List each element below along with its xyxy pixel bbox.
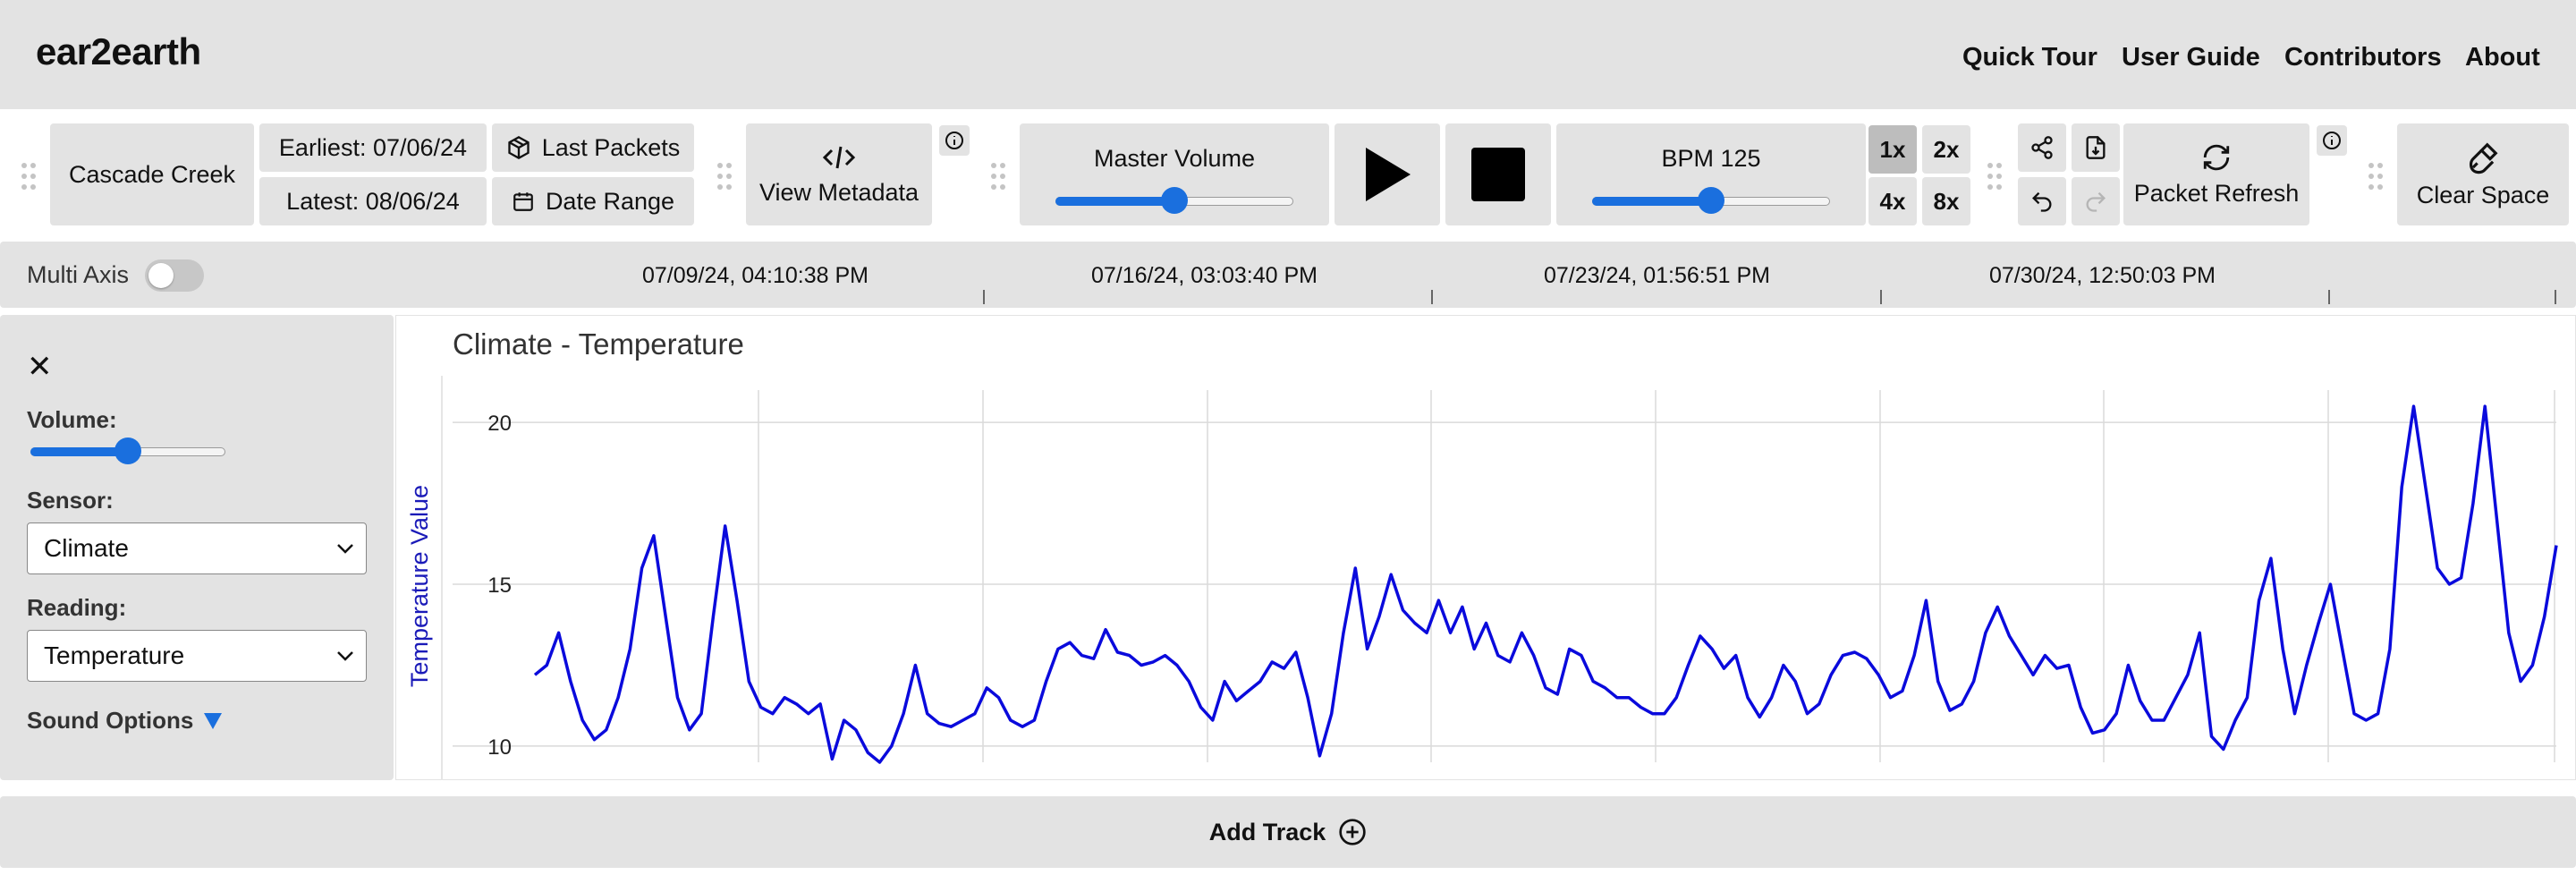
timeline-tick-label: 07/23/24, 01:56:51 PM bbox=[1544, 263, 1770, 288]
undo-icon bbox=[2032, 191, 2052, 212]
speed-2x-button[interactable]: 2x bbox=[1922, 125, 1970, 174]
refresh-icon bbox=[2203, 144, 2230, 170]
play-button[interactable] bbox=[1335, 123, 1440, 225]
drag-handle-icon[interactable] bbox=[21, 161, 38, 193]
y-tick-label: 20 bbox=[487, 412, 512, 436]
speed-1x-button[interactable]: 1x bbox=[1868, 125, 1917, 174]
y-axis-title: Temperature Value bbox=[406, 485, 433, 687]
date-range-button[interactable]: Date Range bbox=[492, 177, 694, 225]
view-metadata-label: View Metadata bbox=[758, 178, 919, 206]
nav-about[interactable]: About bbox=[2465, 43, 2540, 72]
view-metadata-button[interactable]: View Metadata bbox=[746, 123, 932, 225]
master-volume-control: Master Volume bbox=[1020, 123, 1329, 225]
timeline-tick bbox=[1880, 290, 1882, 304]
export-button[interactable] bbox=[2072, 123, 2120, 172]
timeline-tick bbox=[983, 290, 985, 304]
file-download-icon bbox=[2086, 136, 2106, 159]
master-volume-slider[interactable] bbox=[1055, 187, 1293, 214]
drag-handle-icon[interactable] bbox=[717, 161, 733, 193]
sound-options-toggle[interactable]: Sound Options bbox=[27, 707, 224, 735]
reading-select[interactable]: Temperature bbox=[27, 630, 367, 682]
bpm-slider[interactable] bbox=[1592, 187, 1830, 214]
sensor-select-value: Climate bbox=[44, 534, 129, 562]
close-icon[interactable]: ✕ bbox=[27, 349, 53, 385]
multi-axis-label: Multi Axis bbox=[27, 261, 130, 288]
triangle-down-icon bbox=[204, 712, 223, 729]
chevron-down-icon bbox=[337, 544, 353, 554]
site-button[interactable]: Cascade Creek bbox=[50, 123, 254, 225]
app-logo[interactable]: ear2earth bbox=[36, 30, 201, 73]
app-header: ear2earth Quick Tour User Guide Contribu… bbox=[0, 0, 2576, 109]
code-icon bbox=[822, 146, 856, 168]
drag-handle-icon[interactable] bbox=[2368, 161, 2385, 193]
nav-contributors[interactable]: Contributors bbox=[2284, 43, 2442, 72]
date-range-label: Date Range bbox=[545, 187, 675, 215]
chart-title: Climate - Temperature bbox=[453, 327, 744, 361]
master-volume-label: Master Volume bbox=[1093, 145, 1256, 172]
undo-button[interactable] bbox=[2018, 177, 2066, 225]
play-icon bbox=[1366, 148, 1411, 201]
refresh-info-icon[interactable] bbox=[2317, 125, 2347, 156]
chevron-down-icon bbox=[337, 651, 353, 661]
packet-refresh-button[interactable]: Packet Refresh bbox=[2123, 123, 2309, 225]
share-icon bbox=[2031, 136, 2053, 159]
metadata-info-icon[interactable] bbox=[939, 125, 970, 156]
timeline-tick-label: 07/16/24, 03:03:40 PM bbox=[1091, 263, 1318, 288]
redo-icon bbox=[2086, 191, 2106, 212]
y-tick-label: 15 bbox=[487, 573, 512, 598]
add-track-label: Add Track bbox=[1208, 818, 1326, 845]
nav-quick-tour[interactable]: Quick Tour bbox=[1962, 43, 2097, 72]
speed-4x-button[interactable]: 4x bbox=[1868, 177, 1917, 225]
packet-refresh-label: Packet Refresh bbox=[2133, 179, 2300, 207]
reading-select-value: Temperature bbox=[44, 641, 185, 669]
sensor-select[interactable]: Climate bbox=[27, 522, 367, 574]
track-volume-slider[interactable] bbox=[30, 438, 225, 464]
bpm-label: BPM 125 bbox=[1661, 145, 1761, 172]
timeline-tick bbox=[2555, 290, 2556, 304]
package-icon bbox=[508, 135, 530, 160]
temperature-chart[interactable]: 10 15 20 Temperature Value bbox=[395, 376, 2576, 780]
latest-date-button[interactable]: Latest: 08/06/24 bbox=[259, 177, 487, 225]
timeline-tick-label: 07/09/24, 04:10:38 PM bbox=[642, 263, 869, 288]
speed-8x-button[interactable]: 8x bbox=[1922, 177, 1970, 225]
nav-user-guide[interactable]: User Guide bbox=[2122, 43, 2260, 72]
plus-circle-icon bbox=[1339, 819, 1366, 845]
reading-label: Reading: bbox=[27, 594, 127, 621]
y-tick-label: 10 bbox=[487, 735, 512, 760]
redo-button[interactable] bbox=[2072, 177, 2120, 225]
last-packets-button[interactable]: Last Packets bbox=[492, 123, 694, 172]
volume-label: Volume: bbox=[27, 406, 117, 433]
multi-axis-toggle[interactable] bbox=[145, 259, 204, 292]
stop-button[interactable] bbox=[1445, 123, 1551, 225]
last-packets-label: Last Packets bbox=[541, 133, 681, 161]
track-settings-panel: ✕ Volume: Sensor: Climate Reading: Tempe… bbox=[0, 315, 394, 780]
clear-space-label: Clear Space bbox=[2416, 181, 2550, 208]
sound-options-label: Sound Options bbox=[27, 707, 194, 734]
sensor-label: Sensor: bbox=[27, 487, 114, 514]
drag-handle-icon[interactable] bbox=[1987, 161, 2004, 193]
calendar-icon bbox=[513, 192, 533, 211]
add-track-button[interactable]: Add Track bbox=[0, 796, 2576, 868]
timeline-tick bbox=[1431, 290, 1433, 304]
earliest-date-button[interactable]: Earliest: 07/06/24 bbox=[259, 123, 487, 172]
timeline-tick bbox=[2328, 290, 2330, 304]
bpm-control: BPM 125 bbox=[1556, 123, 1866, 225]
stop-icon bbox=[1471, 148, 1525, 201]
timeline-bar: Multi Axis 07/09/24, 04:10:38 PM 07/16/2… bbox=[0, 242, 2576, 308]
timeline-tick-label: 07/30/24, 12:50:03 PM bbox=[1989, 263, 2216, 288]
share-button[interactable] bbox=[2018, 123, 2066, 172]
drag-handle-icon[interactable] bbox=[991, 161, 1007, 193]
broom-icon bbox=[2469, 142, 2498, 174]
clear-space-button[interactable]: Clear Space bbox=[2397, 123, 2569, 225]
